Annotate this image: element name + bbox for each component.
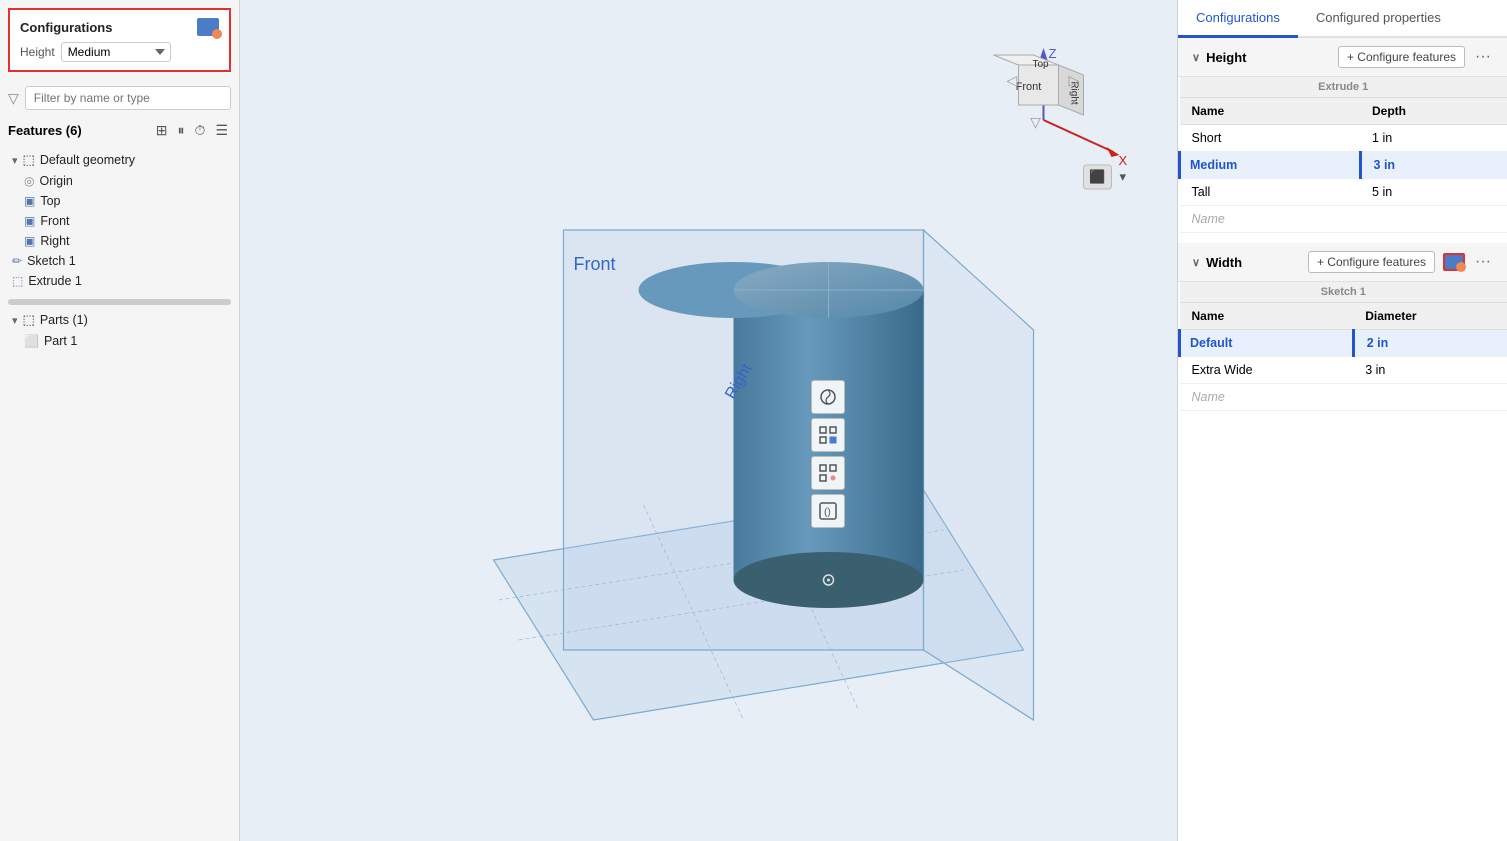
width-row-default[interactable]: Default 2 in xyxy=(1180,330,1507,357)
right-panel-tabs: Configurations Configured properties xyxy=(1178,0,1507,38)
pause-button[interactable]: ⏸ xyxy=(175,120,188,141)
scroll-divider xyxy=(8,299,231,305)
height-label: Height xyxy=(20,45,55,59)
height-row-medium-name: Medium xyxy=(1180,152,1361,179)
height-row-tall-depth: 5 in xyxy=(1360,179,1507,206)
height-row-new-name: Name xyxy=(1180,206,1361,233)
width-section-header: ∨ Width + Configure features ··· xyxy=(1178,243,1507,282)
right-panel: Configurations Configured properties ∨ H… xyxy=(1177,0,1507,841)
width-row-extra-wide[interactable]: Extra Wide 3 in xyxy=(1180,357,1507,384)
width-col-name: Name xyxy=(1180,303,1354,330)
tree-origin[interactable]: ◎ Origin xyxy=(0,171,239,191)
height-more-btn[interactable]: ··· xyxy=(1473,48,1493,66)
height-section-title: ∨ Height xyxy=(1192,50,1247,65)
width-row-default-name: Default xyxy=(1180,330,1354,357)
features-title: Features (6) xyxy=(8,123,82,138)
expand-button[interactable]: ⊞ xyxy=(153,120,171,141)
list-button[interactable]: ☰ xyxy=(212,120,231,141)
tree-extrude1[interactable]: ⬚ Extrude 1 xyxy=(0,271,239,291)
height-row-medium-depth: 3 in xyxy=(1360,152,1507,179)
width-row-new-diameter xyxy=(1353,384,1507,411)
width-config-icon[interactable] xyxy=(1443,253,1465,271)
width-row-extra-wide-diameter: 3 in xyxy=(1353,357,1507,384)
width-col-diameter: Diameter xyxy=(1353,303,1507,330)
width-feature-col: Sketch 1 xyxy=(1180,282,1507,303)
tree-front[interactable]: ▣ Front xyxy=(0,211,239,231)
width-row-new-name: Name xyxy=(1180,384,1354,411)
height-row-new[interactable]: Name xyxy=(1180,206,1507,233)
svg-text:Front: Front xyxy=(1016,81,1042,93)
svg-text:(): () xyxy=(824,507,831,518)
filter-input[interactable] xyxy=(25,86,231,110)
height-section-header: ∨ Height + Configure features ··· xyxy=(1178,38,1507,77)
height-section: ∨ Height + Configure features ··· Extrud… xyxy=(1178,38,1507,233)
svg-text:▽: ▽ xyxy=(1030,114,1041,130)
width-section-title: ∨ Width xyxy=(1192,255,1242,270)
width-more-btn[interactable]: ··· xyxy=(1473,253,1493,271)
config-title: Configurations xyxy=(20,20,112,35)
height-section-actions: + Configure features ··· xyxy=(1338,46,1493,68)
tool-btn-1[interactable] xyxy=(811,380,845,414)
config-icon xyxy=(197,18,219,36)
tool-btn-3[interactable] xyxy=(811,456,845,490)
width-section: ∨ Width + Configure features ··· Sketch … xyxy=(1178,243,1507,411)
filter-icon: ▽ xyxy=(8,90,19,107)
height-row-short[interactable]: Short 1 in xyxy=(1180,125,1507,152)
svg-text:⬛: ⬛ xyxy=(1089,169,1105,184)
caret-default-geometry[interactable]: ▾ xyxy=(12,154,18,167)
caret-parts[interactable]: ▾ xyxy=(12,314,18,327)
width-table: Sketch 1 Name Diameter Default 2 in Extr… xyxy=(1178,282,1507,411)
width-caret[interactable]: ∨ xyxy=(1192,256,1200,269)
clock-button[interactable]: ⏱ xyxy=(192,120,209,141)
tool-btn-2[interactable] xyxy=(811,418,845,452)
tree-right[interactable]: ▣ Right xyxy=(0,231,239,251)
tree-sketch1[interactable]: ✏ Sketch 1 xyxy=(0,251,239,271)
height-row-short-name: Short xyxy=(1180,125,1361,152)
width-section-actions: + Configure features ··· xyxy=(1308,251,1493,273)
right-side-toolbar: () xyxy=(811,380,845,528)
height-row-short-depth: 1 in xyxy=(1360,125,1507,152)
tree-parts[interactable]: ▾ ⬚ Parts (1) xyxy=(0,309,239,331)
viewport[interactable]: Front Right Z X Front Top xyxy=(240,0,1177,841)
svg-text:Z: Z xyxy=(1049,46,1057,61)
features-header: Features (6) ⊞ ⏸ ⏱ ☰ xyxy=(0,116,239,145)
width-row-extra-wide-name: Extra Wide xyxy=(1180,357,1354,384)
width-row-new[interactable]: Name xyxy=(1180,384,1507,411)
height-table: Extrude 1 Name Depth Short 1 in Medium 3… xyxy=(1178,77,1507,233)
svg-text:X: X xyxy=(1119,153,1128,168)
feature-tree: ▾ ⬚ Default geometry ◎ Origin ▣ Top ▣ Fr… xyxy=(0,145,239,841)
svg-text:▾: ▾ xyxy=(1120,169,1127,184)
svg-text:▷: ▷ xyxy=(1069,72,1080,88)
width-add-feature-btn[interactable]: + Configure features xyxy=(1308,251,1435,273)
height-row-medium[interactable]: Medium 3 in xyxy=(1180,152,1507,179)
svg-text:Front: Front xyxy=(574,254,616,274)
tool-btn-4[interactable]: () xyxy=(811,494,845,528)
height-col-name: Name xyxy=(1180,98,1361,125)
height-select[interactable]: Short Medium Tall xyxy=(61,42,171,62)
height-caret[interactable]: ∨ xyxy=(1192,51,1200,64)
height-row-tall-name: Tall xyxy=(1180,179,1361,206)
height-feature-col: Extrude 1 xyxy=(1180,77,1507,98)
height-row-tall[interactable]: Tall 5 in xyxy=(1180,179,1507,206)
tree-top[interactable]: ▣ Top xyxy=(0,191,239,211)
height-add-feature-btn[interactable]: + Configure features xyxy=(1338,46,1465,68)
tab-configured-properties[interactable]: Configured properties xyxy=(1298,0,1459,38)
filter-area: ▽ xyxy=(0,80,239,116)
svg-text:◁: ◁ xyxy=(1007,72,1018,88)
height-col-depth: Depth xyxy=(1360,98,1507,125)
tree-part1[interactable]: ⬜ Part 1 xyxy=(0,331,239,351)
height-row-new-depth xyxy=(1360,206,1507,233)
tab-configurations[interactable]: Configurations xyxy=(1178,0,1298,38)
left-panel: Configurations Height Short Medium Tall … xyxy=(0,0,240,841)
features-toolbar: ⊞ ⏸ ⏱ ☰ xyxy=(153,120,231,141)
tree-default-geometry[interactable]: ▾ ⬚ Default geometry xyxy=(0,149,239,171)
width-row-default-diameter: 2 in xyxy=(1353,330,1507,357)
configurations-header: Configurations Height Short Medium Tall xyxy=(8,8,231,72)
svg-text:Top: Top xyxy=(1032,59,1049,70)
